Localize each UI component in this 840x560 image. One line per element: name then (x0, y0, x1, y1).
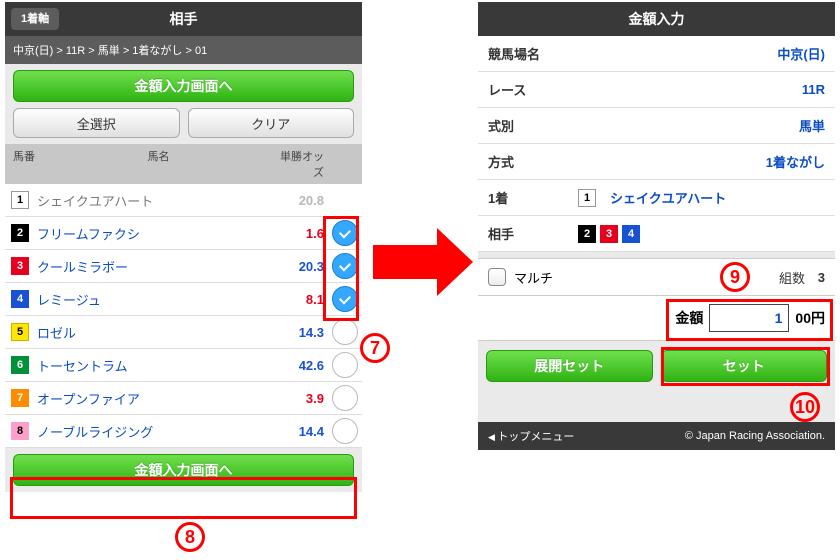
combo-label: 組数 (779, 268, 805, 287)
horse-num-chip: 5 (11, 323, 29, 341)
multi-row: マルチ 組数 3 (478, 258, 835, 296)
horse-name: クールミラボー (37, 257, 270, 276)
opponent-chip: 4 (622, 225, 640, 243)
method-value: 1着ながし (578, 152, 825, 171)
horse-odds: 1.6 (270, 226, 324, 241)
copyright: © Japan Racing Association. (685, 430, 825, 442)
screen-amount-input: 金額入力 競馬場名中京(日) レース11R 式別馬単 方式1着ながし 1着 1 … (478, 2, 835, 450)
top-controls: 金額入力画面へ 全選択 クリア (5, 64, 362, 144)
horse-checkbox[interactable] (332, 385, 358, 411)
method-label: 方式 (488, 152, 578, 171)
horse-name: オープンファイア (37, 389, 270, 408)
horse-num-chip: 8 (11, 422, 29, 440)
horse-odds: 20.8 (270, 193, 324, 208)
horse-name: シェイクユアハート (37, 191, 270, 210)
horse-name: トーセントラム (37, 356, 270, 375)
colhead-name: 馬名 (43, 148, 274, 180)
breadcrumb: 中京(日) > 11R > 馬単 > 1着ながし > 01 (5, 36, 362, 64)
horse-num-chip: 3 (11, 257, 29, 275)
horse-odds: 20.3 (270, 259, 324, 274)
opponent-chip: 3 (600, 225, 618, 243)
horse-row[interactable]: 8 ノーブルライジング14.4 (5, 415, 362, 448)
screen-title: 金額入力 (629, 9, 685, 29)
screen-opponent-select: 1着軸 相手 中京(日) > 11R > 馬単 > 1着ながし > 01 金額入… (5, 2, 362, 492)
horse-checkbox[interactable] (332, 352, 358, 378)
amount-row: 金額 00円 (478, 296, 835, 340)
top-menu-link[interactable]: トップメニュー (488, 428, 574, 444)
horse-row[interactable]: 3 クールミラボー20.3 (5, 250, 362, 283)
axis-label: 1着 (488, 188, 578, 207)
horse-row[interactable]: 6 トーセントラム42.6 (5, 349, 362, 382)
amount-label: 金額 (675, 308, 703, 328)
back-button[interactable]: 1着軸 (11, 8, 59, 30)
bottom-bar: トップメニュー © Japan Racing Association. (478, 422, 835, 450)
select-all-button[interactable]: 全選択 (13, 108, 180, 138)
titlebar: 1着軸 相手 (5, 2, 362, 36)
set-button[interactable]: セット (661, 350, 828, 382)
combo-value: 3 (805, 270, 825, 285)
horse-name: ロゼル (37, 323, 270, 342)
horse-checkbox[interactable] (332, 253, 358, 279)
horse-num-chip: 7 (11, 389, 29, 407)
horse-checkbox[interactable] (332, 220, 358, 246)
arrow-icon (373, 245, 437, 279)
horse-checkbox[interactable] (332, 286, 358, 312)
horse-row[interactable]: 2 フリームファクシ1.6 (5, 217, 362, 250)
horse-odds: 3.9 (270, 391, 324, 406)
type-label: 式別 (488, 116, 578, 135)
expand-set-button[interactable]: 展開セット (486, 350, 653, 382)
opponent-chip: 2 (578, 225, 596, 243)
horse-num-chip: 4 (11, 290, 29, 308)
clear-button[interactable]: クリア (188, 108, 355, 138)
horse-odds: 42.6 (270, 358, 324, 373)
opponent-chips: 234 (578, 225, 640, 243)
multi-checkbox[interactable] (488, 268, 506, 286)
track-value: 中京(日) (578, 44, 825, 63)
go-amount-button-bottom[interactable]: 金額入力画面へ (13, 454, 354, 486)
callout-num-9: 9 (720, 262, 750, 292)
axis-num-chip: 1 (578, 189, 596, 207)
horse-odds: 14.4 (270, 424, 324, 439)
amount-input[interactable] (709, 304, 789, 332)
colhead-odds: 単勝オッズ (274, 148, 354, 180)
horse-row[interactable]: 1 シェイクユアハート20.8 (5, 184, 362, 217)
opponent-label: 相手 (488, 224, 578, 243)
callout-num-10: 10 (790, 392, 820, 422)
horse-list: 1 シェイクユアハート20.8 2 フリームファクシ1.6 3 クールミラボー20.3 4レ… (5, 184, 362, 448)
horse-checkbox[interactable] (332, 418, 358, 444)
titlebar: 金額入力 (478, 2, 835, 36)
race-label: レース (488, 80, 578, 99)
callout-num-7: 7 (360, 333, 390, 363)
callout-num-8: 8 (175, 522, 205, 552)
colhead-num: 馬番 (13, 148, 43, 180)
type-value: 馬単 (578, 116, 825, 135)
horse-num-chip: 2 (11, 224, 29, 242)
track-label: 競馬場名 (488, 44, 578, 63)
horse-row[interactable]: 7 オープンファイア3.9 (5, 382, 362, 415)
horse-name: ノーブルライジング (37, 422, 270, 441)
screen-title: 相手 (170, 9, 198, 29)
horse-row[interactable]: 5 ロゼル14.3 (5, 316, 362, 349)
horse-odds: 14.3 (270, 325, 324, 340)
horse-checkbox[interactable] (332, 319, 358, 345)
amount-unit: 00円 (795, 308, 825, 328)
horse-num-chip: 1 (11, 191, 29, 209)
horse-odds: 8.1 (270, 292, 324, 307)
race-value: 11R (578, 82, 825, 97)
horse-name: レミージュ (37, 290, 270, 309)
horse-name: フリームファクシ (37, 224, 270, 243)
column-header: 馬番 馬名 単勝オッズ (5, 144, 362, 184)
axis-horse-name: シェイクユアハート (610, 188, 726, 207)
horse-num-chip: 6 (11, 356, 29, 374)
go-amount-button-top[interactable]: 金額入力画面へ (13, 70, 354, 102)
horse-row[interactable]: 4 レミージュ8.1 (5, 283, 362, 316)
